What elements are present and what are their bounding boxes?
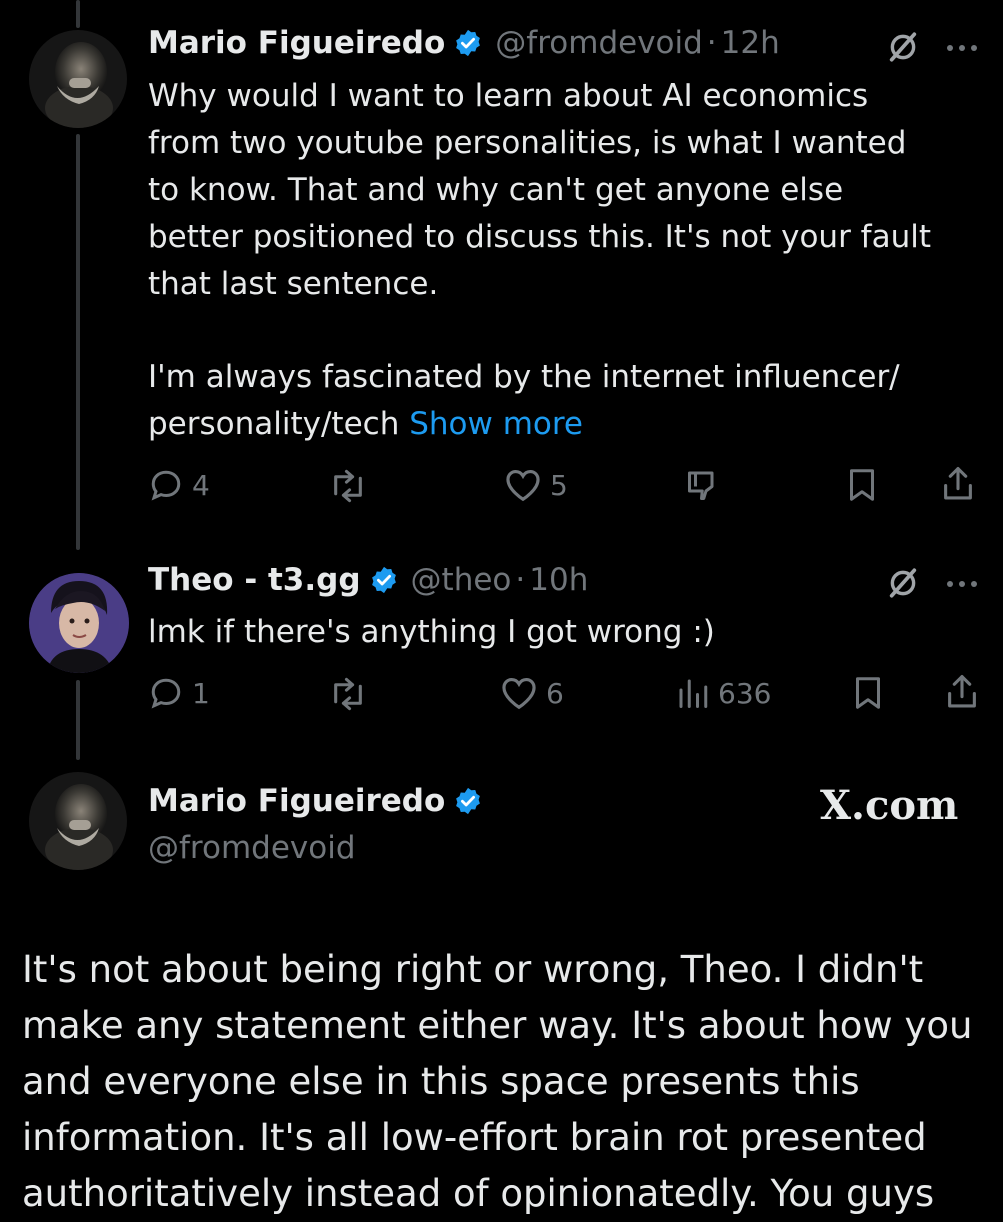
dislike-icon: [688, 471, 714, 500]
like-icon: [506, 469, 540, 502]
author-handle[interactable]: @theo: [411, 562, 512, 598]
separator-dot: ·: [515, 562, 526, 598]
bookmark-button[interactable]: [845, 467, 879, 503]
bookmark-icon: [850, 469, 874, 501]
reply-count: 4: [192, 468, 210, 502]
timestamp[interactable]: 12h: [721, 25, 780, 61]
bookmark-icon: [856, 677, 880, 709]
reply-icon: [151, 678, 181, 709]
tweet-2-header: Theo - t3.gg @theo · 10h: [148, 562, 588, 598]
thread-line-2: [76, 680, 80, 760]
author-name[interactable]: Mario Figueiredo: [148, 783, 445, 819]
quoted-body: It's not about being right or wrong, The…: [22, 948, 973, 1215]
quoted-header: Mario Figueiredo: [148, 783, 483, 819]
reply-icon: [151, 470, 181, 501]
share-icon: [944, 466, 972, 500]
dislike-button[interactable]: [684, 467, 722, 503]
views-count: 636: [718, 676, 772, 710]
verified-icon: [453, 786, 483, 816]
bookmark-button[interactable]: [851, 675, 885, 711]
like-button[interactable]: 5: [504, 467, 568, 503]
views-button[interactable]: 636: [676, 675, 771, 711]
grok-icon[interactable]: [886, 30, 920, 68]
grok-icon[interactable]: [886, 566, 920, 604]
reply-button[interactable]: 4: [148, 467, 210, 503]
share-button[interactable]: [945, 673, 979, 711]
thread-line-1: [76, 134, 80, 550]
tweet-body-continued: I'm always fascinated by the internet in…: [148, 354, 988, 448]
more-icon[interactable]: [944, 574, 980, 598]
author-handle[interactable]: @fromdevoid: [148, 830, 356, 866]
tweet-body: lmk if there's anything I got wrong :): [148, 614, 715, 650]
retweet-icon: [334, 677, 362, 711]
share-icon: [948, 675, 976, 708]
retweet-icon: [334, 469, 362, 503]
more-icon[interactable]: [944, 38, 980, 62]
timestamp[interactable]: 10h: [529, 562, 588, 598]
avatar-theo[interactable]: [29, 573, 129, 673]
x-logo-brand: X.com: [820, 782, 959, 829]
author-handle[interactable]: @fromdevoid: [495, 25, 703, 61]
like-button[interactable]: 6: [500, 675, 564, 711]
like-count: 5: [550, 468, 568, 502]
reply-button[interactable]: 1: [148, 675, 210, 711]
author-name[interactable]: Mario Figueiredo: [148, 25, 445, 61]
tweet-body: Why would I want to learn about AI econo…: [148, 78, 931, 302]
views-icon: [679, 679, 708, 708]
share-button[interactable]: [941, 465, 975, 503]
separator-dot: ·: [706, 25, 717, 61]
like-icon: [502, 677, 536, 710]
thread-line-top: [76, 0, 80, 28]
verified-icon: [453, 28, 483, 58]
avatar-mario[interactable]: [29, 772, 127, 870]
retweet-button[interactable]: [328, 469, 368, 503]
like-count: 6: [546, 676, 564, 710]
show-more-link[interactable]: Show more: [409, 406, 583, 442]
reply-count: 1: [192, 676, 210, 710]
author-name[interactable]: Theo - t3.gg: [148, 562, 361, 598]
retweet-button[interactable]: [328, 677, 368, 711]
avatar-mario[interactable]: [29, 30, 127, 128]
verified-icon: [369, 565, 399, 595]
tweet-1-header: Mario Figueiredo @fromdevoid · 12h: [148, 25, 780, 61]
